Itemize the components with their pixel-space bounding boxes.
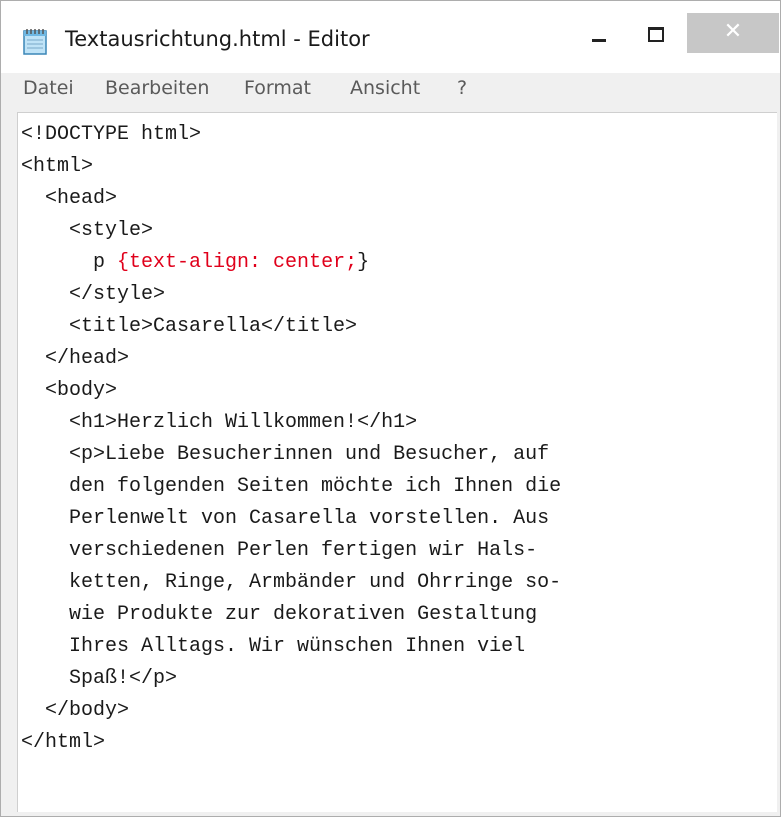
- code-line: </head>: [21, 343, 129, 375]
- menu-bearbeiten[interactable]: Bearbeiten: [105, 77, 209, 99]
- code-line: p {text-align: center;}: [21, 247, 369, 279]
- code-line: verschiedenen Perlen fertigen wir Hals-: [21, 535, 537, 567]
- code-text: </style>: [69, 283, 166, 306]
- notepad-icon: [23, 29, 47, 55]
- maximize-icon: [648, 27, 664, 42]
- maximize-button[interactable]: [633, 13, 681, 53]
- code-line: <title>Casarella</title>: [21, 311, 357, 343]
- code-text: ketten, Ringe, Armbänder und Ohrringe so…: [69, 571, 562, 594]
- code-text: Perlenwelt von Casarella vorstellen. Aus: [69, 507, 550, 530]
- text-editor-area[interactable]: <!DOCTYPE html> <html> <head> <style> p {…: [17, 112, 777, 812]
- code-text: <title>Casarella</title>: [69, 315, 358, 338]
- code-line: </style>: [21, 279, 165, 311]
- code-line: </body>: [21, 695, 129, 727]
- code-line: <p>Liebe Besucherinnen und Besucher, auf: [21, 439, 549, 471]
- code-line: <head>: [21, 183, 117, 215]
- code-line: <body>: [21, 375, 117, 407]
- code-text: verschiedenen Perlen fertigen wir Hals-: [69, 539, 538, 562]
- minimize-button[interactable]: [577, 13, 617, 53]
- code-text: den folgenden Seiten möchte ich Ihnen di…: [69, 475, 562, 498]
- minimize-icon: [592, 39, 606, 42]
- code-line: Ihres Alltags. Wir wünschen Ihnen viel: [21, 631, 525, 663]
- code-text: <style>: [69, 219, 154, 242]
- code-text: </body>: [45, 699, 130, 722]
- menu-format[interactable]: Format: [244, 77, 311, 99]
- code-line: ketten, Ringe, Armbänder und Ohrringe so…: [21, 567, 561, 599]
- menu-datei[interactable]: Datei: [23, 77, 74, 99]
- code-text: <p>Liebe Besucherinnen und Besucher, auf: [69, 443, 550, 466]
- code-text: p: [93, 251, 118, 274]
- code-text: <h1>Herzlich Willkommen!</h1>: [69, 411, 418, 434]
- code-text: </html>: [21, 731, 106, 754]
- close-icon: ✕: [723, 19, 743, 44]
- code-text: <head>: [45, 187, 118, 210]
- code-text-rest: }: [357, 251, 370, 274]
- close-button[interactable]: ✕: [687, 13, 779, 53]
- code-text: wie Produkte zur dekorativen Gestaltung: [69, 603, 538, 626]
- code-line: <h1>Herzlich Willkommen!</h1>: [21, 407, 417, 439]
- code-text: <!DOCTYPE html>: [21, 123, 202, 146]
- editor-window: Textausrichtung.html - Editor ✕ Datei Be…: [0, 0, 781, 817]
- menu-ansicht[interactable]: Ansicht: [350, 77, 420, 99]
- code-highlight: {text-align: center;: [117, 251, 358, 274]
- code-text: <body>: [45, 379, 118, 402]
- code-text: Ihres Alltags. Wir wünschen Ihnen viel: [69, 635, 526, 658]
- code-line: <html>: [21, 151, 93, 183]
- code-line: <style>: [21, 215, 153, 247]
- code-line: wie Produkte zur dekorativen Gestaltung: [21, 599, 537, 631]
- code-line: </html>: [21, 727, 105, 759]
- code-text: </head>: [45, 347, 130, 370]
- code-line: <!DOCTYPE html>: [21, 119, 201, 151]
- title-bar[interactable]: Textausrichtung.html - Editor ✕: [1, 1, 780, 73]
- code-line: Perlenwelt von Casarella vorstellen. Aus: [21, 503, 549, 535]
- menu-bar: Datei Bearbeiten Format Ansicht ?: [1, 73, 780, 107]
- code-text: Spaß!</p>: [69, 667, 178, 690]
- code-line: den folgenden Seiten möchte ich Ihnen di…: [21, 471, 561, 503]
- window-title: Textausrichtung.html - Editor: [65, 27, 370, 51]
- code-text: <html>: [21, 155, 94, 178]
- menu-help[interactable]: ?: [457, 77, 467, 99]
- code-line: Spaß!</p>: [21, 663, 177, 695]
